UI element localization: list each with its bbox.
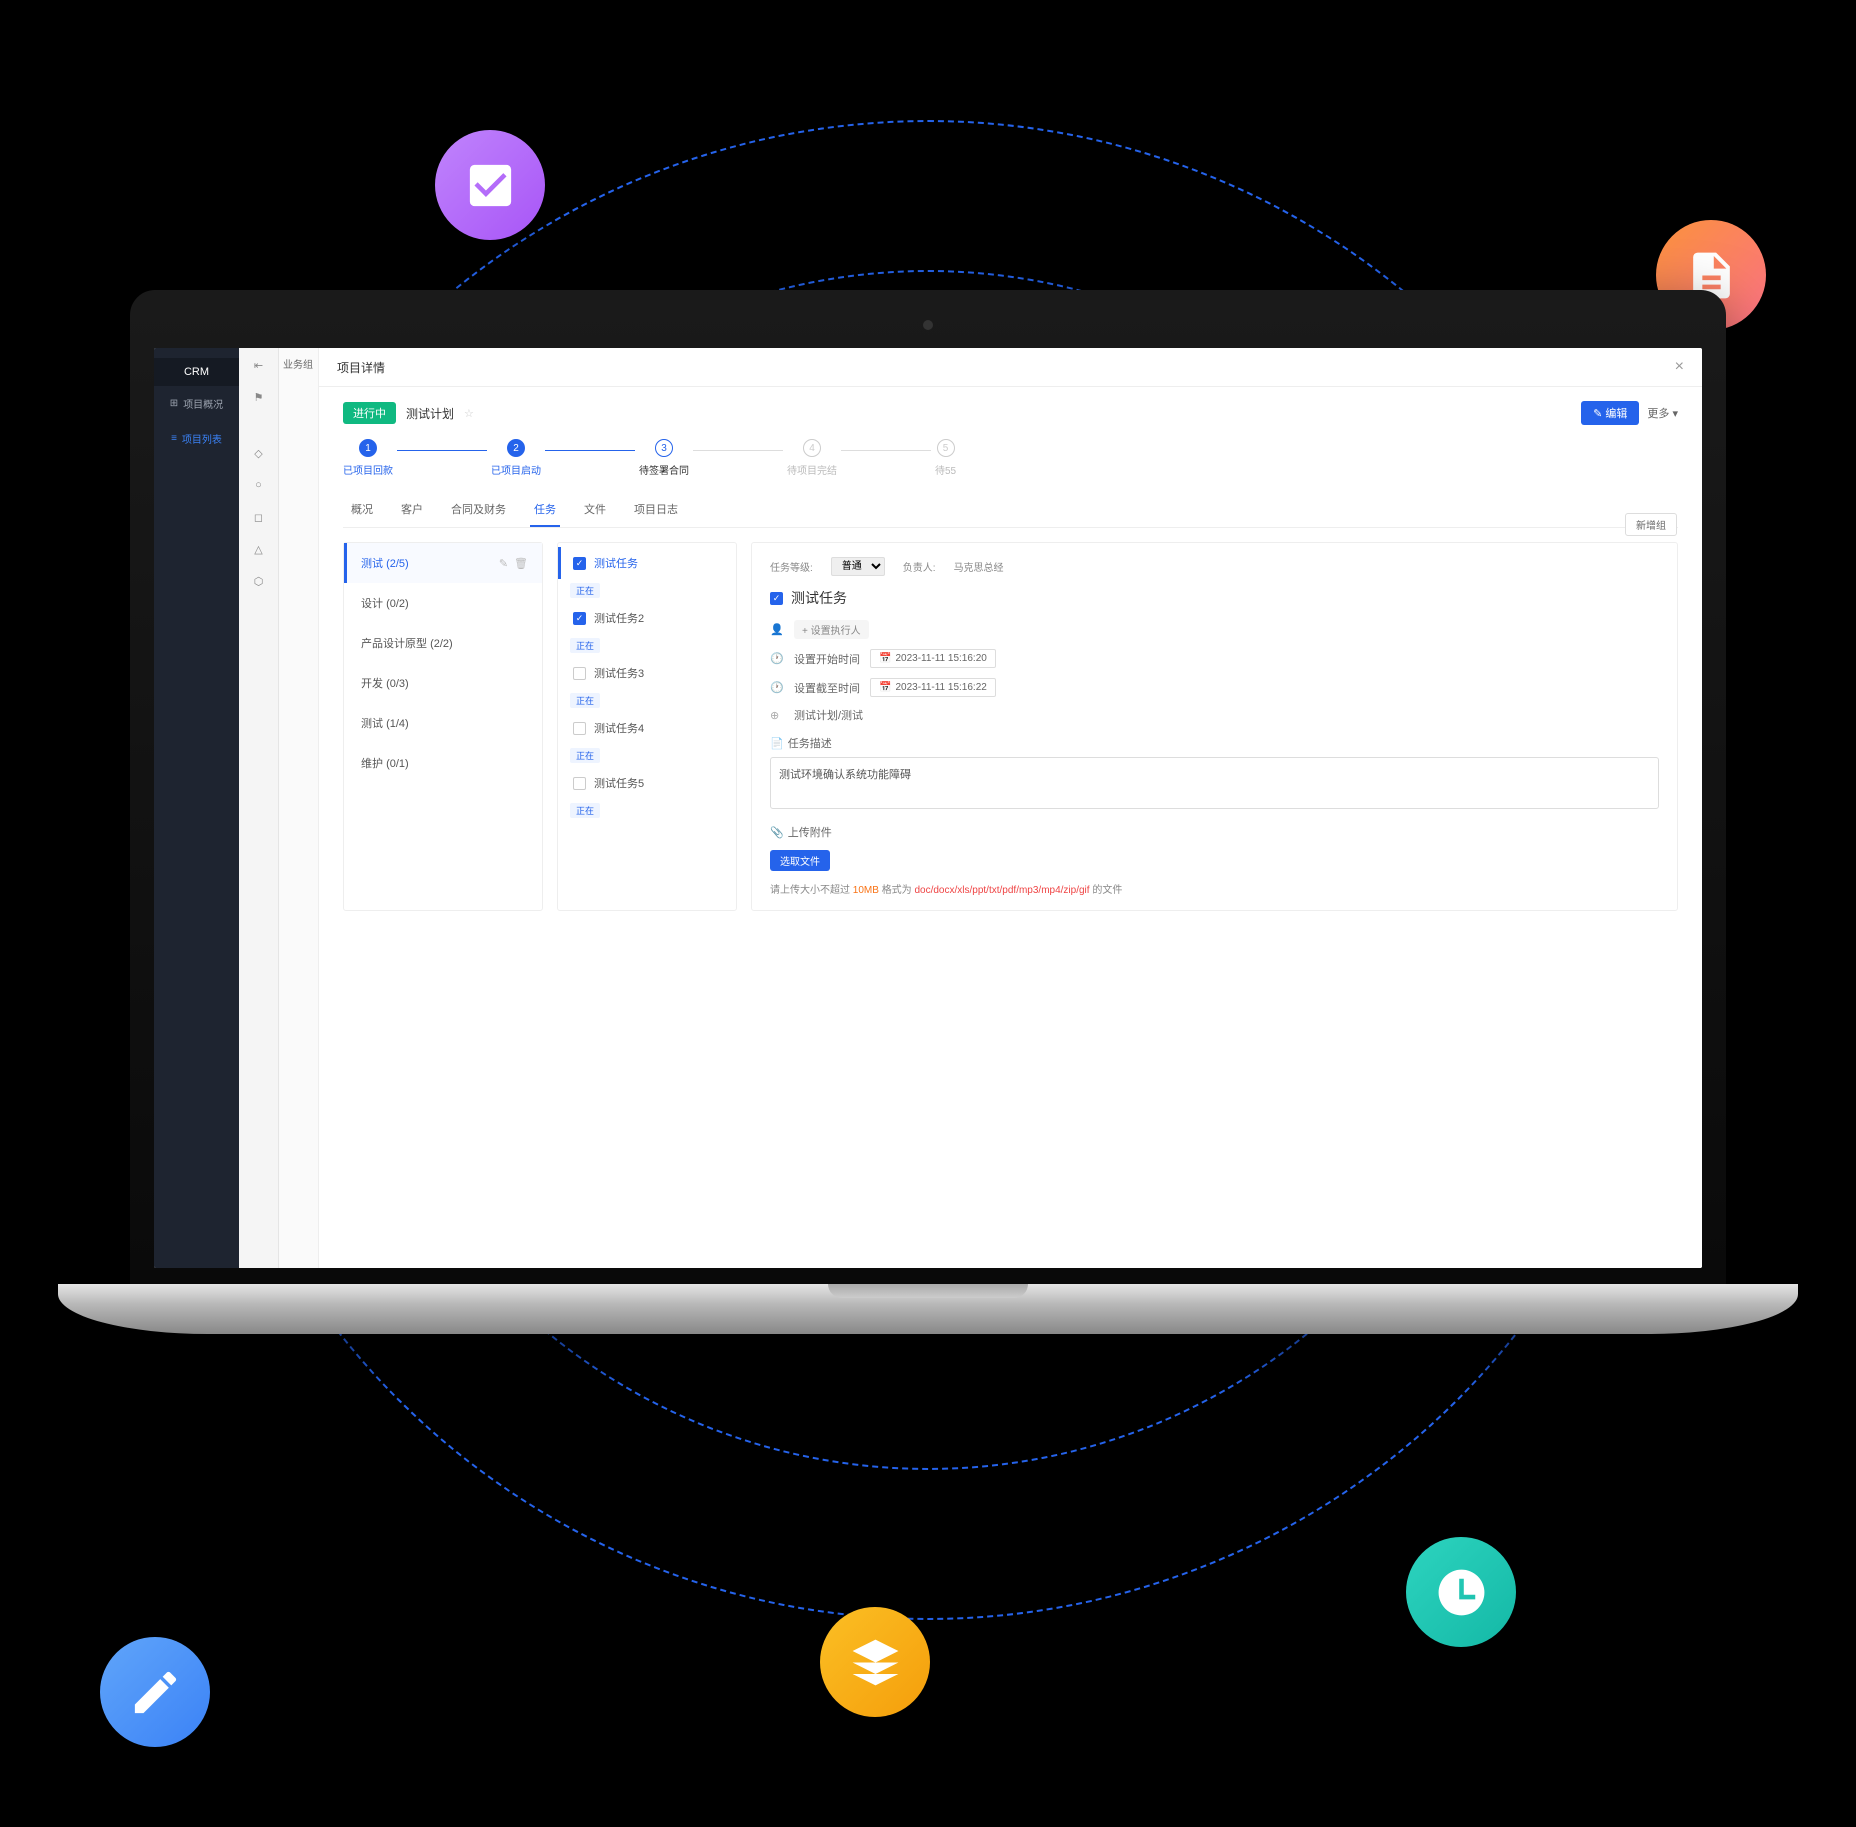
checkbox-icon[interactable] bbox=[573, 777, 586, 790]
start-date-input[interactable]: 📅 2023-11-11 15:16:20 bbox=[870, 649, 996, 668]
clock-icon: 🕐 bbox=[770, 652, 784, 665]
tab-bar: 概况 客户 合同及财务 任务 文件 项目日志 bbox=[343, 493, 1678, 528]
priority-label: 任务等级: bbox=[770, 559, 813, 574]
upload-hint: 请上传大小不超过 10MB 格式为 doc/docx/xls/ppt/txt/p… bbox=[770, 881, 1659, 896]
task-item[interactable]: 测试任务3 bbox=[558, 657, 736, 689]
edit-icon[interactable]: ✎ bbox=[499, 557, 508, 570]
rail-icon[interactable]: ○ bbox=[250, 476, 268, 494]
group-item[interactable]: 产品设计原型 (2/2) bbox=[344, 623, 542, 663]
tab-log[interactable]: 项目日志 bbox=[630, 493, 682, 527]
user-icon: 👤 bbox=[770, 623, 784, 636]
tab-files[interactable]: 文件 bbox=[580, 493, 610, 527]
step-3[interactable]: 3待签署合同 bbox=[639, 439, 689, 477]
end-label: 设置截至时间 bbox=[794, 680, 860, 696]
rail-icon[interactable]: ⬡ bbox=[250, 572, 268, 590]
camera-dot bbox=[923, 320, 933, 330]
task-item[interactable]: 测试任务4 bbox=[558, 712, 736, 744]
tab-contract[interactable]: 合同及财务 bbox=[447, 493, 510, 527]
group-icon[interactable]: ⚑ bbox=[250, 388, 268, 406]
sidebar-item-label: 项目列表 bbox=[182, 431, 222, 446]
main-sidebar: CRM ⊞ 项目概况 ≡ 项目列表 bbox=[154, 348, 239, 1268]
task-title-row: ✓ 测试任务 bbox=[770, 588, 1659, 608]
icon-rail: ⇤ ⚑ ◇ ○ ◻ △ ⬡ bbox=[239, 348, 279, 1268]
start-label: 设置开始时间 bbox=[794, 651, 860, 667]
group-item[interactable]: 开发 (0/3) bbox=[344, 663, 542, 703]
main-panel: 项目详情 × 进行中 测试计划 ☆ ✎ 编辑 更多 ▾ bbox=[319, 348, 1702, 1268]
modal-title: 项目详情 bbox=[337, 359, 385, 376]
group-item[interactable]: 设计 (0/2) bbox=[344, 583, 542, 623]
link-icon: ⊕ bbox=[770, 709, 784, 722]
edit-icon bbox=[100, 1637, 210, 1747]
task-tag: 正在 bbox=[570, 638, 600, 653]
plan-name: 测试计划 bbox=[406, 405, 454, 422]
tab-tasks[interactable]: 任务 bbox=[530, 493, 560, 527]
checkbox-icon[interactable]: ✓ bbox=[770, 592, 783, 605]
progress-steps: 1已项目回款 2已项目启动 3待签署合同 4待项目完结 5待55 bbox=[343, 439, 1678, 477]
collapse-icon[interactable]: ⇤ bbox=[250, 356, 268, 374]
checklist-icon bbox=[435, 130, 545, 240]
status-badge: 进行中 bbox=[343, 402, 396, 424]
clock-icon: 🕐 bbox=[770, 681, 784, 694]
owner-label: 负责人: bbox=[903, 559, 936, 574]
more-button[interactable]: 更多 ▾ bbox=[1647, 405, 1678, 421]
group-item[interactable]: 测试 (2/5) ✎🗑 bbox=[344, 543, 542, 583]
task-groups-column: 测试 (2/5) ✎🗑 设计 (0/2) 产品设计原型 (2/2) 开发 (0/… bbox=[343, 542, 543, 911]
plan-ref: 测试计划/测试 bbox=[794, 707, 863, 723]
task-item[interactable]: ✓测试任务2 bbox=[558, 602, 736, 634]
layers-icon bbox=[820, 1607, 930, 1717]
group-item[interactable]: 维护 (0/1) bbox=[344, 743, 542, 783]
group-item[interactable]: 测试 (1/4) bbox=[344, 703, 542, 743]
step-2[interactable]: 2已项目启动 bbox=[491, 439, 541, 477]
rail-icon[interactable]: ◇ bbox=[250, 444, 268, 462]
new-group-button[interactable]: 新增组 bbox=[1625, 513, 1677, 536]
sidebar-item-overview[interactable]: ⊞ 项目概况 bbox=[154, 386, 239, 421]
rail-icon[interactable]: ◻ bbox=[250, 508, 268, 526]
attach-label: 📎 上传附件 bbox=[770, 824, 1659, 840]
star-icon[interactable]: ☆ bbox=[464, 407, 474, 420]
task-tag: 正在 bbox=[570, 748, 600, 763]
secondary-header: 业务组 bbox=[279, 348, 318, 379]
task-title: 测试任务 bbox=[791, 588, 847, 608]
edit-button[interactable]: ✎ 编辑 bbox=[1581, 401, 1639, 425]
modal-header: 项目详情 × bbox=[319, 348, 1702, 387]
task-item[interactable]: ✓测试任务 bbox=[558, 547, 736, 579]
add-collaborator-button[interactable]: + 设置执行人 bbox=[794, 620, 869, 639]
tab-customer[interactable]: 客户 bbox=[397, 493, 427, 527]
step-1[interactable]: 1已项目回款 bbox=[343, 439, 393, 477]
tab-overview[interactable]: 概况 bbox=[347, 493, 377, 527]
task-tag: 正在 bbox=[570, 693, 600, 708]
dashboard-icon: ⊞ bbox=[170, 398, 178, 409]
laptop-base bbox=[58, 1284, 1798, 1334]
step-4[interactable]: 4待项目完结 bbox=[787, 439, 837, 477]
task-list-column: ✓测试任务 正在 ✓测试任务2 正在 测试任务3 正在 测试任务4 正在 测试任… bbox=[557, 542, 737, 911]
delete-icon[interactable]: 🗑 bbox=[514, 557, 528, 570]
owner-value: 马克思总经 bbox=[954, 559, 1004, 574]
step-5[interactable]: 5待55 bbox=[935, 439, 956, 477]
task-item[interactable]: 测试任务5 bbox=[558, 767, 736, 799]
clock-icon bbox=[1406, 1537, 1516, 1647]
close-button[interactable]: × bbox=[1675, 358, 1684, 376]
select-file-button[interactable]: 选取文件 bbox=[770, 850, 830, 871]
checkbox-icon[interactable] bbox=[573, 722, 586, 735]
task-tag: 正在 bbox=[570, 583, 600, 598]
checkbox-icon[interactable] bbox=[573, 667, 586, 680]
description-textarea[interactable]: 测试环境确认系统功能障碍 bbox=[770, 757, 1659, 809]
list-icon: ≡ bbox=[171, 433, 177, 444]
laptop-frame: CRM ⊞ 项目概况 ≡ 项目列表 ⇤ ⚑ ◇ ○ bbox=[130, 290, 1726, 1413]
secondary-rail: 业务组 bbox=[279, 348, 319, 1268]
checkbox-icon[interactable]: ✓ bbox=[573, 612, 586, 625]
rail-icon[interactable]: △ bbox=[250, 540, 268, 558]
end-date-input[interactable]: 📅 2023-11-11 15:16:22 bbox=[870, 678, 996, 697]
desc-label: 📄 任务描述 bbox=[770, 735, 1659, 751]
task-tag: 正在 bbox=[570, 803, 600, 818]
task-detail-panel: 新增组 任务等级: 普通 负责人: 马克思总经 ✓ 测试任务 bbox=[751, 542, 1678, 911]
sidebar-item-projects[interactable]: ≡ 项目列表 bbox=[154, 421, 239, 456]
checkbox-icon[interactable]: ✓ bbox=[573, 557, 586, 570]
priority-select[interactable]: 普通 bbox=[831, 557, 885, 576]
brand-label: CRM bbox=[154, 358, 239, 386]
sidebar-item-label: 项目概况 bbox=[183, 396, 223, 411]
